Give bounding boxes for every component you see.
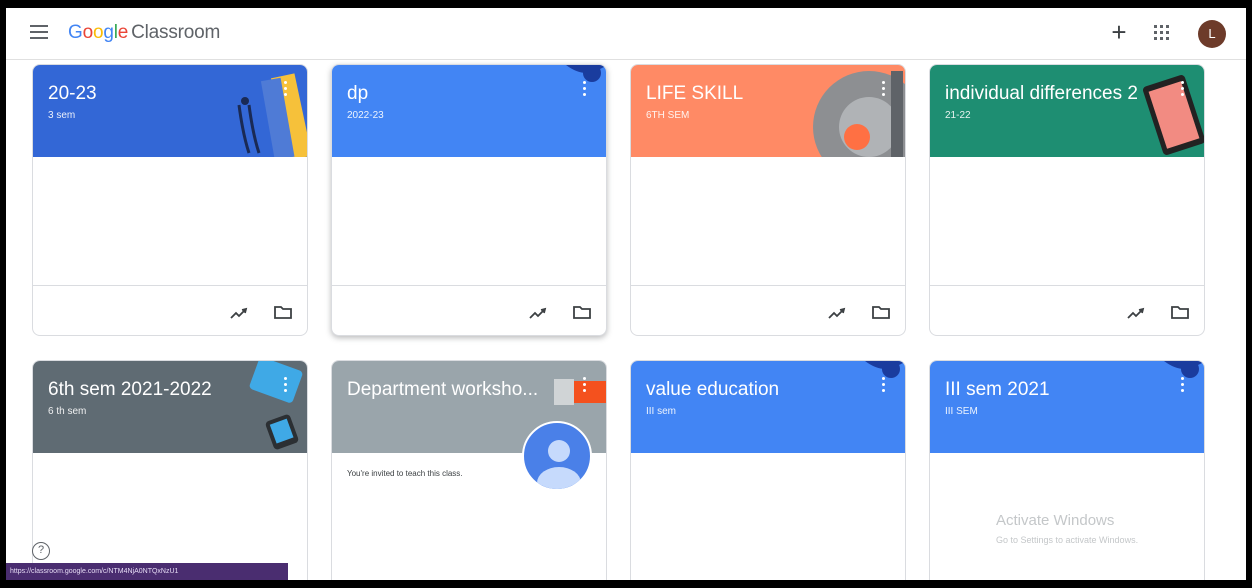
class-section: 2022-23: [347, 110, 384, 121]
class-title-link[interactable]: 6th sem 2021-2022: [48, 379, 268, 401]
top-app-bar: Google Classroom + L: [6, 8, 1246, 60]
account-avatar[interactable]: L: [1198, 20, 1226, 48]
class-card-life-skill[interactable]: LIFE SKILL 6TH SEM: [630, 64, 906, 336]
watermark-title: Activate Windows: [996, 512, 1115, 529]
class-banner: III sem 2021 III SEM: [930, 361, 1204, 453]
trending-up-icon[interactable]: [528, 303, 548, 323]
trending-up-icon[interactable]: [827, 303, 847, 323]
class-section: III sem: [646, 406, 677, 417]
class-options-icon[interactable]: [281, 377, 289, 399]
class-options-icon[interactable]: [580, 81, 588, 103]
card-footer: [631, 285, 905, 335]
class-options-icon[interactable]: [879, 377, 887, 399]
class-banner: individual differences 2 21-22: [930, 65, 1204, 157]
class-banner: value education III sem: [631, 361, 905, 453]
brand-letter-g: G: [68, 22, 83, 43]
class-card-department-workshop[interactable]: Department worksho... You're invited to …: [331, 360, 607, 580]
card-footer: [930, 285, 1204, 335]
class-card-dp[interactable]: dp 2022-23: [331, 64, 607, 336]
class-card-6th-sem[interactable]: 6th sem 2021-2022 6 th sem: [32, 360, 308, 580]
brand-letter-e: e: [117, 22, 129, 43]
google-classroom-logo[interactable]: Google Classroom: [68, 22, 220, 44]
folder-icon[interactable]: [572, 302, 592, 322]
add-class-plus-icon[interactable]: +: [1107, 19, 1131, 45]
product-name: Classroom: [131, 22, 221, 43]
class-title-link[interactable]: value education: [646, 379, 866, 401]
class-card-iii-sem-2021[interactable]: III sem 2021 III SEM: [929, 360, 1205, 580]
trending-up-icon[interactable]: [229, 303, 249, 323]
card-footer: [33, 285, 307, 335]
class-card-value-education[interactable]: value education III sem: [630, 360, 906, 580]
class-title-link[interactable]: Department worksho...: [347, 379, 567, 401]
trending-up-icon[interactable]: [1126, 303, 1146, 323]
class-options-icon[interactable]: [879, 81, 887, 103]
class-title-link[interactable]: individual differences 2: [945, 83, 1165, 105]
help-icon[interactable]: ?: [32, 542, 50, 560]
activate-windows-watermark: Activate Windows Go to Settings to activ…: [996, 512, 1138, 545]
class-section: 6TH SEM: [646, 110, 690, 121]
teacher-avatar-placeholder: [522, 421, 592, 491]
brand-letter-o2: o: [92, 22, 104, 43]
folder-icon[interactable]: [1170, 302, 1190, 322]
class-section: 21-22: [945, 110, 971, 121]
class-options-icon[interactable]: [281, 81, 289, 103]
brand-letter-g2: g: [103, 22, 114, 43]
class-section: 3 sem: [48, 110, 76, 121]
brand-letter-o1: o: [82, 22, 94, 43]
class-section: 6 th sem: [48, 406, 87, 417]
class-options-icon[interactable]: [1178, 377, 1186, 399]
class-title-link[interactable]: 20-23: [48, 83, 268, 105]
class-banner: dp 2022-23: [332, 65, 606, 157]
tablet-illustration: [1142, 75, 1204, 155]
class-title-link[interactable]: III sem 2021: [945, 379, 1165, 401]
class-title-link[interactable]: LIFE SKILL: [646, 83, 866, 105]
card-footer: [332, 285, 606, 335]
class-options-icon[interactable]: [1178, 81, 1186, 103]
status-url-bar: https://classroom.google.com/c/NTM4NjA0N…: [6, 563, 288, 580]
folder-icon[interactable]: [871, 302, 891, 322]
class-banner: LIFE SKILL 6TH SEM: [631, 65, 905, 157]
class-banner: 20-23 3 sem: [33, 65, 307, 157]
class-options-icon[interactable]: [580, 377, 588, 399]
watermark-subtitle: Go to Settings to activate Windows.: [996, 535, 1139, 545]
folder-icon[interactable]: [273, 302, 293, 322]
class-title-link[interactable]: dp: [347, 83, 567, 105]
class-section: III SEM: [945, 406, 978, 417]
invite-message: You're invited to teach this class.: [347, 469, 463, 478]
classroom-window: Google Classroom + L 20-23 3 sem dp 2022…: [6, 8, 1246, 580]
google-apps-grid-icon[interactable]: [1154, 25, 1170, 41]
class-banner: 6th sem 2021-2022 6 th sem: [33, 361, 307, 453]
class-card-individual-differences[interactable]: individual differences 2 21-22: [929, 64, 1205, 336]
class-card-20-23[interactable]: 20-23 3 sem: [32, 64, 308, 336]
hamburger-menu-icon[interactable]: [30, 25, 48, 41]
